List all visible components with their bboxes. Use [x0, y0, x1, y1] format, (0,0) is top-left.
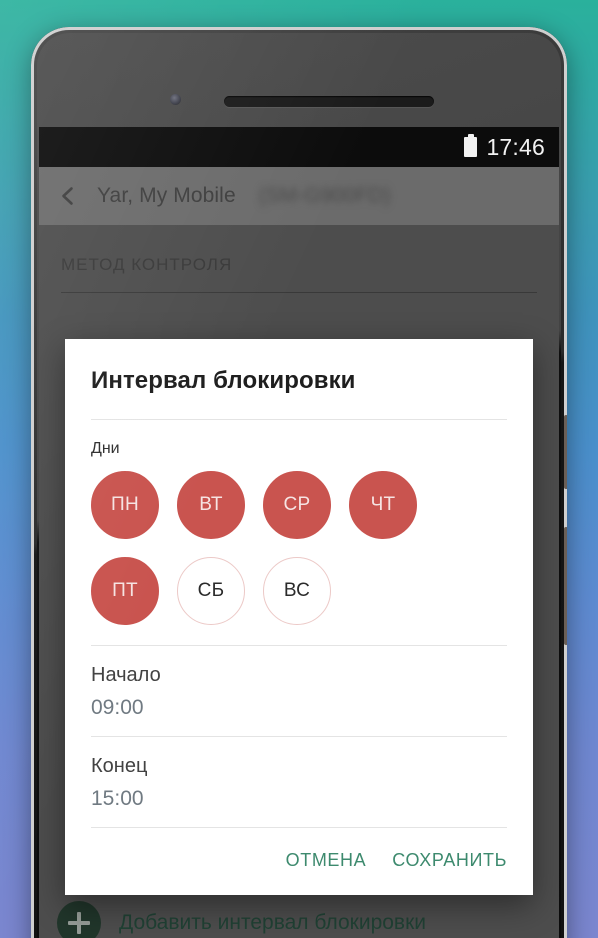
day-chip-label: СР	[283, 494, 311, 515]
phone-device: 17:46 Yar, My Mobile (SM-G900FD) МЕТОД К…	[31, 27, 567, 938]
day-chip-label: ВС	[283, 580, 311, 601]
day-chip-tue[interactable]: ВТ	[177, 471, 245, 539]
battery-full-icon	[464, 134, 478, 157]
day-chip-sun[interactable]: ВС	[263, 557, 331, 625]
end-time-label: Конец	[91, 755, 148, 777]
day-chip-label: ЧТ	[370, 494, 396, 515]
start-time-value: 09:00	[91, 696, 144, 719]
dialog-title: Интервал блокировки	[91, 367, 356, 394]
end-time-field[interactable]: Конец 15:00	[91, 737, 507, 827]
cancel-button[interactable]: ОТМЕНА	[286, 850, 367, 871]
day-chip-label: СБ	[197, 580, 225, 601]
end-time-value: 15:00	[91, 787, 144, 810]
wallpaper-background: 17:46 Yar, My Mobile (SM-G900FD) МЕТОД К…	[0, 0, 598, 938]
phone-screen: 17:46 Yar, My Mobile (SM-G900FD) МЕТОД К…	[39, 127, 559, 938]
blocking-interval-dialog: Интервал блокировки Дни ПН ВТ СР ЧТ ПТ С…	[65, 339, 533, 895]
volume-button[interactable]	[564, 527, 567, 645]
status-bar-clock: 17:46	[486, 133, 545, 160]
device-model-label: (SM-G900FD)	[258, 184, 391, 207]
day-chip-mon[interactable]: ПН	[91, 471, 159, 539]
status-bar: 17:46	[39, 127, 559, 167]
day-chip-wed[interactable]: СР	[263, 471, 331, 539]
start-time-label: Начало	[91, 664, 161, 686]
day-chip-label: ПН	[111, 494, 139, 515]
app-toolbar: Yar, My Mobile (SM-G900FD)	[39, 167, 559, 225]
day-selector-grid: ПН ВТ СР ЧТ ПТ СБ ВС	[91, 471, 461, 645]
days-section-label: Дни	[91, 440, 120, 457]
power-button[interactable]	[564, 415, 567, 489]
day-chip-thu[interactable]: ЧТ	[349, 471, 417, 539]
page-title: Yar, My Mobile	[97, 184, 236, 207]
chevron-left-icon[interactable]	[55, 183, 81, 209]
day-chip-label: ВТ	[199, 494, 223, 515]
save-button[interactable]: СОХРАНИТЬ	[392, 850, 507, 871]
day-chip-sat[interactable]: СБ	[177, 557, 245, 625]
dialog-action-bar: ОТМЕНА СОХРАНИТЬ	[91, 828, 507, 895]
day-chip-fri[interactable]: ПТ	[91, 557, 159, 625]
front-camera-icon	[170, 94, 181, 105]
start-time-field[interactable]: Начало 09:00	[91, 646, 507, 736]
day-chip-label: ПТ	[112, 580, 138, 601]
earpiece-speaker	[224, 96, 434, 107]
